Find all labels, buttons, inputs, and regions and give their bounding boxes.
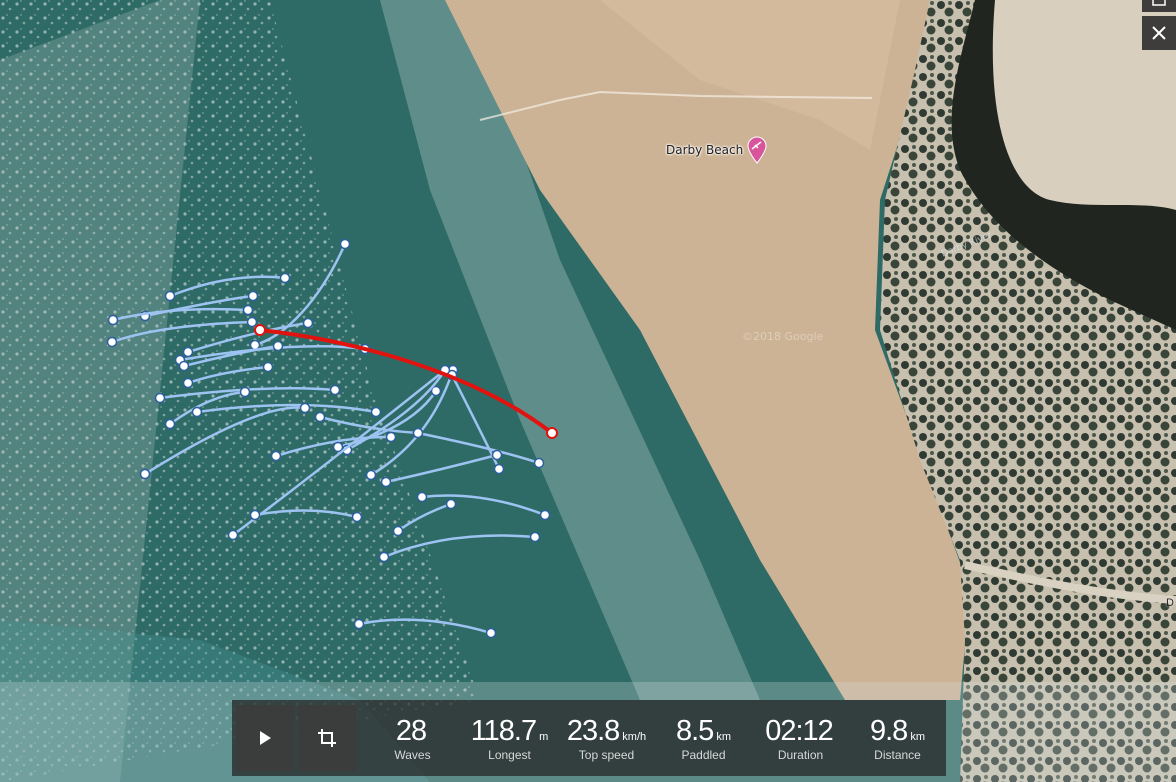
stat-label: Distance [874, 748, 921, 762]
stat-label: Waves [394, 748, 431, 762]
wave-end-marker[interactable] [182, 377, 194, 389]
wave-end-marker[interactable] [485, 627, 497, 639]
edge-map-label: D [1166, 597, 1174, 609]
wave-end-marker[interactable] [392, 525, 404, 537]
stats-row: 28 Waves 118.7 m Longest 23.8 km/h Top s… [364, 714, 946, 762]
stat-label: Longest [488, 748, 531, 762]
wave-start-marker[interactable] [239, 386, 251, 398]
wave-end-marker[interactable] [533, 457, 545, 469]
stat-value: 118.7 [470, 715, 537, 747]
stat-distance: 9.8 km Distance [849, 714, 946, 762]
wave-start-marker[interactable] [445, 498, 457, 510]
stat-unit: km/h [622, 731, 647, 743]
wave-start-marker[interactable] [339, 238, 351, 250]
wave-end-marker[interactable] [164, 290, 176, 302]
window-button[interactable] [1142, 0, 1176, 12]
wave-end-marker[interactable] [178, 360, 190, 372]
close-button[interactable] [1142, 16, 1176, 50]
stat-unit: m [539, 731, 549, 743]
wave-end-marker[interactable] [270, 450, 282, 462]
wave-end-marker[interactable] [139, 468, 151, 480]
crop-button[interactable] [298, 705, 356, 771]
wave-start-marker[interactable] [227, 529, 239, 541]
wave-start-marker[interactable] [370, 406, 382, 418]
close-icon [1152, 26, 1166, 40]
wave-end-marker[interactable] [529, 531, 541, 543]
place-label[interactable]: Darby Beach [666, 143, 743, 157]
window-icon [1152, 0, 1166, 6]
wave-end-marker[interactable] [351, 511, 363, 523]
wave-start-marker[interactable] [279, 272, 291, 284]
wave-end-marker[interactable] [164, 418, 176, 430]
stat-top-speed: 23.8 km/h Top speed [558, 714, 655, 762]
map-copyright: ©2018 Google [742, 330, 824, 343]
stat-value: 28 [395, 715, 427, 747]
stat-duration: 02:12 Duration [752, 714, 849, 762]
play-button[interactable] [236, 705, 294, 771]
stat-label: Duration [777, 748, 824, 762]
selected-wave-start-marker[interactable] [254, 324, 266, 336]
wave-start-marker[interactable] [272, 340, 284, 352]
wave-end-marker[interactable] [493, 463, 505, 475]
stat-unit: km [910, 731, 925, 743]
wave-start-marker[interactable] [249, 509, 261, 521]
wave-start-marker[interactable] [329, 384, 341, 396]
wave-start-marker[interactable] [247, 290, 259, 302]
stat-unit: km [716, 731, 731, 743]
wave-end-marker[interactable] [246, 316, 258, 328]
wave-start-marker[interactable] [314, 411, 326, 423]
wave-end-marker[interactable] [182, 346, 194, 358]
stat-label: Top speed [578, 748, 635, 762]
wave-end-marker[interactable] [365, 469, 377, 481]
stat-paddled: 8.5 km Paddled [655, 714, 752, 762]
stat-value: 02:12 [765, 715, 834, 747]
play-icon [260, 731, 271, 745]
wave-start-marker[interactable] [416, 491, 428, 503]
wave-start-marker[interactable] [106, 336, 118, 348]
wave-end-marker[interactable] [191, 406, 203, 418]
wave-end-marker[interactable] [249, 339, 261, 351]
satellite-map[interactable] [0, 0, 1176, 782]
selected-wave-end-marker[interactable] [546, 427, 558, 439]
wave-end-marker[interactable] [491, 449, 503, 461]
stat-label: Paddled [681, 748, 726, 762]
wave-start-marker[interactable] [299, 402, 311, 414]
wave-start-marker[interactable] [378, 551, 390, 563]
wave-start-marker[interactable] [380, 476, 392, 488]
wave-start-marker[interactable] [412, 427, 424, 439]
wave-end-marker[interactable] [242, 304, 254, 316]
wave-start-marker[interactable] [107, 314, 119, 326]
crop-icon [318, 729, 336, 747]
beach-pin-icon[interactable] [746, 136, 768, 164]
wave-end-marker[interactable] [332, 441, 344, 453]
stat-longest: 118.7 m Longest [461, 714, 558, 762]
wave-start-marker[interactable] [302, 317, 314, 329]
wave-end-marker[interactable] [539, 509, 551, 521]
stat-value: 23.8 [566, 715, 620, 747]
stat-waves: 28 Waves [364, 714, 461, 762]
wave-start-marker[interactable] [353, 618, 365, 630]
wave-start-marker[interactable] [262, 361, 274, 373]
wave-start-marker[interactable] [385, 431, 397, 443]
session-stats-panel: 28 Waves 118.7 m Longest 23.8 km/h Top s… [232, 700, 946, 776]
stat-value: 9.8 [870, 715, 908, 747]
stat-value: 8.5 [676, 715, 714, 747]
wave-end-marker[interactable] [154, 392, 166, 404]
